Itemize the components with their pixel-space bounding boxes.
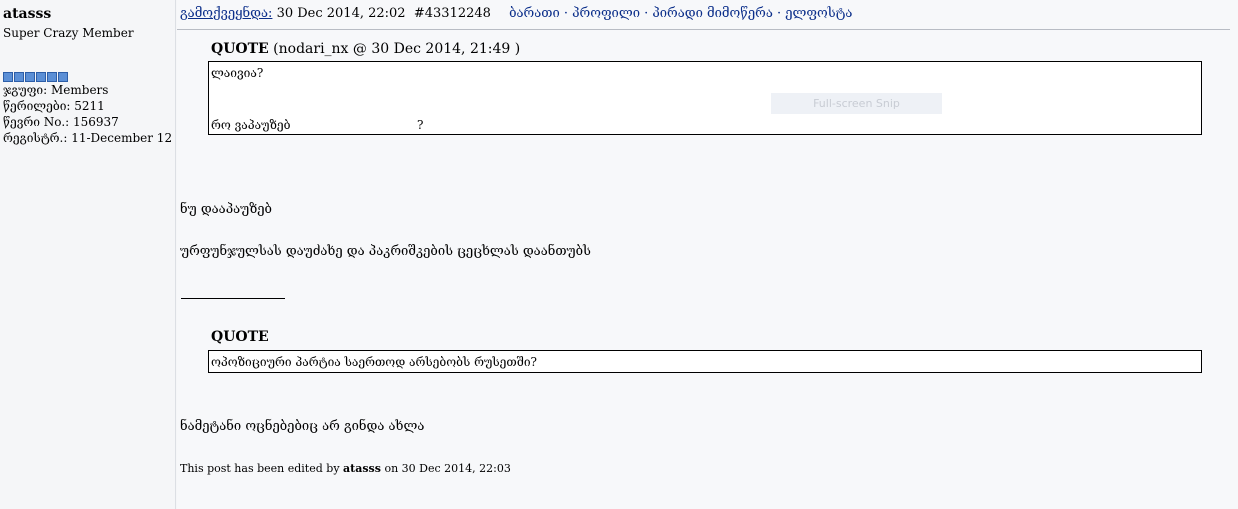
- rank-pip-icon: [58, 72, 68, 82]
- full-screen-snip-overlay[interactable]: Full-screen Snip: [771, 93, 942, 114]
- rank-pip-icon: [25, 72, 35, 82]
- post-date: 30 Dec 2014, 22:02: [276, 6, 406, 21]
- user-rank: Super Crazy Member: [3, 26, 134, 40]
- post-text: ნუ დააპაუზებ: [180, 202, 272, 217]
- edit-user[interactable]: atasss: [343, 462, 381, 475]
- edit-prefix: This post has been edited by: [180, 462, 340, 475]
- quote-header: QUOTE: [211, 329, 269, 345]
- post-id[interactable]: #43312248: [414, 6, 491, 21]
- header-divider: [177, 29, 1230, 30]
- post-header: გამოქვეყნდა: 30 Dec 2014, 22:02 #4331224…: [180, 6, 852, 21]
- quote-label: QUOTE: [211, 329, 269, 345]
- divider-line: [181, 298, 285, 299]
- quote-line-tail: ?: [417, 118, 424, 132]
- quote-attribution: (nodari_nx @ 30 Dec 2014, 21:49 ): [273, 41, 521, 57]
- quote-box: ლაივია? რო ვაპაუზებ ?: [208, 61, 1202, 135]
- edit-note: This post has been edited by atasss on 3…: [180, 462, 511, 475]
- user-post-count: წერილები: 5211: [3, 99, 105, 113]
- quote-line: ოპოზიციური პარტია საერთოდ არსებობს რუსეთ…: [211, 355, 537, 369]
- quote-line: რო ვაპაუზებ: [211, 118, 291, 132]
- quote-header: QUOTE (nodari_nx @ 30 Dec 2014, 21:49 ): [211, 41, 520, 57]
- rank-pip-icon: [14, 72, 24, 82]
- user-registered: რეგისტრ.: 11-December 12: [3, 131, 173, 145]
- user-member-number: წევრი No.: 156937: [3, 115, 119, 129]
- user-info-panel: atasss Super Crazy Member ჯგუფი: Members…: [0, 0, 176, 509]
- quote-label: QUOTE: [211, 41, 269, 57]
- quote-line: ლაივია?: [211, 66, 264, 80]
- rank-pip-icon: [3, 72, 13, 82]
- post-text: ნამეტანი ოცნებებიც არ გინდა ახლა: [180, 419, 425, 434]
- user-group: ჯგუფი: Members: [3, 83, 109, 97]
- posted-link[interactable]: გამოქვეყნდა:: [180, 6, 272, 21]
- post-user-links[interactable]: ბარათი · პროფილი · პირადი მიმოწერა · ელფ…: [509, 6, 852, 21]
- rank-pip-icon: [36, 72, 46, 82]
- post-text: ურფუნჯულსას დაუძახე და პაკრიშკების ცეცხლ…: [180, 244, 591, 259]
- rank-pip-icon: [47, 72, 57, 82]
- quote-box: ოპოზიციური პარტია საერთოდ არსებობს რუსეთ…: [208, 350, 1202, 373]
- rank-pips: [3, 72, 68, 82]
- post-content: გამოქვეყნდა: 30 Dec 2014, 22:02 #4331224…: [177, 0, 1238, 509]
- edit-suffix: on 30 Dec 2014, 22:03: [384, 462, 511, 475]
- username[interactable]: atasss: [3, 6, 51, 22]
